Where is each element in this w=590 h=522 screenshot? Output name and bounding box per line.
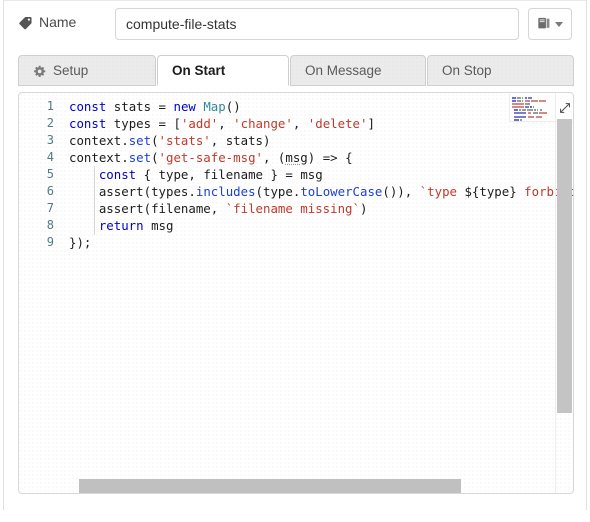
minimap-token [524, 97, 527, 99]
minimap-token [512, 97, 516, 99]
minimap-row [514, 109, 553, 112]
code-line: const stats = new Map() [69, 99, 241, 114]
code-text-area[interactable]: const stats = new Map() const types = ['… [63, 93, 573, 493]
minimap-token [516, 100, 521, 103]
minimap-token [526, 109, 533, 112]
editor-gutter: 1 2 3 4 5 6 7 8 9 [19, 93, 63, 493]
editor-tabs: Setup On Start On Message On Stop [18, 55, 574, 86]
tag-icon [18, 16, 33, 30]
line-number: 7 [46, 201, 54, 215]
code-line: assert(filename, `filename missing`) [98, 201, 368, 216]
tab-on-stop-label: On Stop [442, 63, 492, 78]
minimap-token [532, 112, 538, 115]
library-dropdown-button[interactable] [528, 8, 572, 40]
minimap-token [521, 97, 524, 99]
tab-on-stop[interactable]: On Stop [427, 55, 574, 86]
minimap-token [538, 112, 548, 115]
tab-setup-label: Setup [53, 63, 89, 78]
line-number: 2 [46, 116, 54, 130]
line-number: 1 [46, 99, 54, 113]
code-line: context.set('stats', stats) [69, 133, 271, 148]
panel-left-border [3, 0, 4, 510]
line-number: 5 [46, 167, 54, 181]
minimap-token [527, 112, 532, 115]
name-label-group: Name [18, 14, 108, 30]
minimap-token [512, 100, 516, 103]
minimap-token [512, 106, 524, 109]
gear-icon [33, 65, 46, 78]
minimap-row [512, 106, 553, 109]
book-icon [537, 16, 551, 33]
panel-top-border [3, 0, 587, 1]
line-number: 4 [46, 150, 54, 164]
code-line: const types = ['add', 'change', 'delete'… [69, 116, 375, 131]
minimap-row [512, 103, 553, 106]
minimap-token [528, 97, 532, 99]
code-line: return msg [98, 218, 174, 233]
minimap-token [516, 97, 521, 99]
code-line: context.set('get-safe-msg', (msg) => { [69, 150, 353, 165]
minimap-token [514, 115, 527, 118]
code-line: const { type, filename } = msg [98, 167, 323, 182]
code-line: }); [69, 235, 92, 250]
code-editor[interactable]: 1 2 3 4 5 6 7 8 9 const stats = new Map(… [18, 92, 574, 494]
minimap-token [534, 109, 536, 112]
name-form-row: Name [18, 8, 574, 42]
tab-on-message[interactable]: On Message [290, 55, 426, 86]
minimap[interactable] [509, 94, 555, 122]
tab-on-start-label: On Start [172, 63, 226, 78]
node-editor-panel: Name Setup [0, 0, 590, 522]
horizontal-scrollbar-thumb[interactable] [79, 479, 461, 493]
minimap-token [514, 112, 527, 115]
tab-setup[interactable]: Setup [18, 55, 156, 86]
minimap-row [514, 115, 553, 118]
minimap-row [514, 112, 553, 115]
code-content: const stats = new Map() const types = ['… [63, 98, 573, 251]
line-number: 8 [46, 218, 54, 232]
expand-diagonal-icon[interactable] [555, 94, 573, 122]
minimap-token [530, 106, 532, 109]
line-number: 9 [46, 235, 54, 249]
minimap-row [512, 97, 553, 99]
minimap-token [527, 115, 535, 118]
minimap-row [514, 118, 553, 121]
tab-on-message-label: On Message [305, 63, 382, 78]
minimap-token [520, 118, 523, 121]
name-label-text: Name [39, 14, 77, 30]
minimap-token [535, 115, 543, 118]
vertical-scrollbar-thumb[interactable] [557, 119, 572, 413]
panel-right-border [586, 0, 587, 510]
minimap-token [519, 109, 521, 112]
minimap-token [514, 109, 519, 112]
line-number: 3 [46, 133, 54, 147]
minimap-token [532, 106, 535, 109]
minimap-token [531, 100, 538, 103]
minimap-token [525, 103, 530, 106]
minimap-token [524, 100, 530, 103]
minimap-token [522, 109, 526, 112]
minimap-row [512, 100, 553, 103]
name-input[interactable] [115, 8, 519, 40]
minimap-token [536, 109, 539, 112]
chevron-down-icon [555, 21, 563, 27]
minimap-token [525, 106, 529, 109]
minimap-token [514, 118, 519, 121]
line-number: 6 [46, 184, 54, 198]
code-line: assert(types.includes(type.toLowerCase()… [98, 184, 573, 199]
tab-on-start[interactable]: On Start [157, 55, 289, 86]
minimap-token [512, 103, 524, 106]
minimap-token [538, 100, 546, 103]
minimap-token [539, 109, 542, 112]
minimap-token [521, 100, 524, 103]
